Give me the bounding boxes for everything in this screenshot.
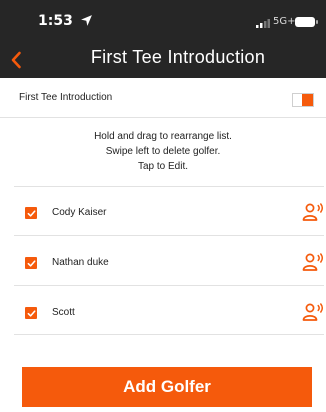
status-bar: 1:53 5G+ — [0, 0, 326, 40]
divider — [14, 235, 324, 236]
checkbox-checked-icon — [27, 259, 36, 267]
person-voice-icon[interactable] — [302, 303, 324, 321]
golfer-name: Scott — [52, 307, 75, 318]
golfer-row[interactable]: Cody Kaiser — [0, 196, 326, 231]
signal-icon — [256, 19, 270, 28]
toggle-row: First Tee Introduction — [0, 78, 326, 118]
checkbox-checked-icon — [27, 209, 36, 217]
instruction-line: Hold and drag to rearrange list. — [94, 131, 232, 142]
network-type: 5G+ — [273, 16, 296, 27]
first-tee-intro-toggle[interactable] — [292, 93, 314, 107]
golfer-name: Cody Kaiser — [52, 207, 107, 218]
golfer-row[interactable]: Scott — [0, 296, 326, 331]
toggle-label: First Tee Introduction — [19, 92, 113, 103]
instructions: Hold and drag to rearrange list. Swipe l… — [0, 129, 326, 174]
add-golfer-button[interactable]: Add Golfer — [22, 367, 312, 407]
golfer-name: Nathan duke — [52, 257, 109, 268]
status-time: 1:53 — [38, 13, 73, 29]
toggle-knob — [302, 94, 313, 106]
back-button[interactable] — [4, 47, 28, 73]
golfer-checkbox[interactable] — [25, 307, 37, 319]
location-arrow-icon — [81, 15, 92, 26]
instruction-line: Tap to Edit. — [137, 161, 189, 172]
golfer-row[interactable]: Nathan duke — [0, 246, 326, 281]
person-voice-icon[interactable] — [302, 253, 324, 271]
instruction-line: Swipe left to delete golfer. — [105, 146, 221, 157]
divider — [14, 334, 324, 335]
divider — [14, 285, 324, 286]
chevron-left-icon — [11, 51, 21, 69]
checkbox-checked-icon — [27, 309, 36, 317]
person-voice-icon[interactable] — [302, 203, 324, 221]
page-title: First Tee Introduction — [90, 47, 266, 67]
golfer-checkbox[interactable] — [25, 257, 37, 269]
golfer-checkbox[interactable] — [25, 207, 37, 219]
battery-icon — [295, 17, 318, 27]
app-header: 1:53 5G+ First Tee Introduction — [0, 0, 326, 78]
divider — [14, 186, 324, 187]
